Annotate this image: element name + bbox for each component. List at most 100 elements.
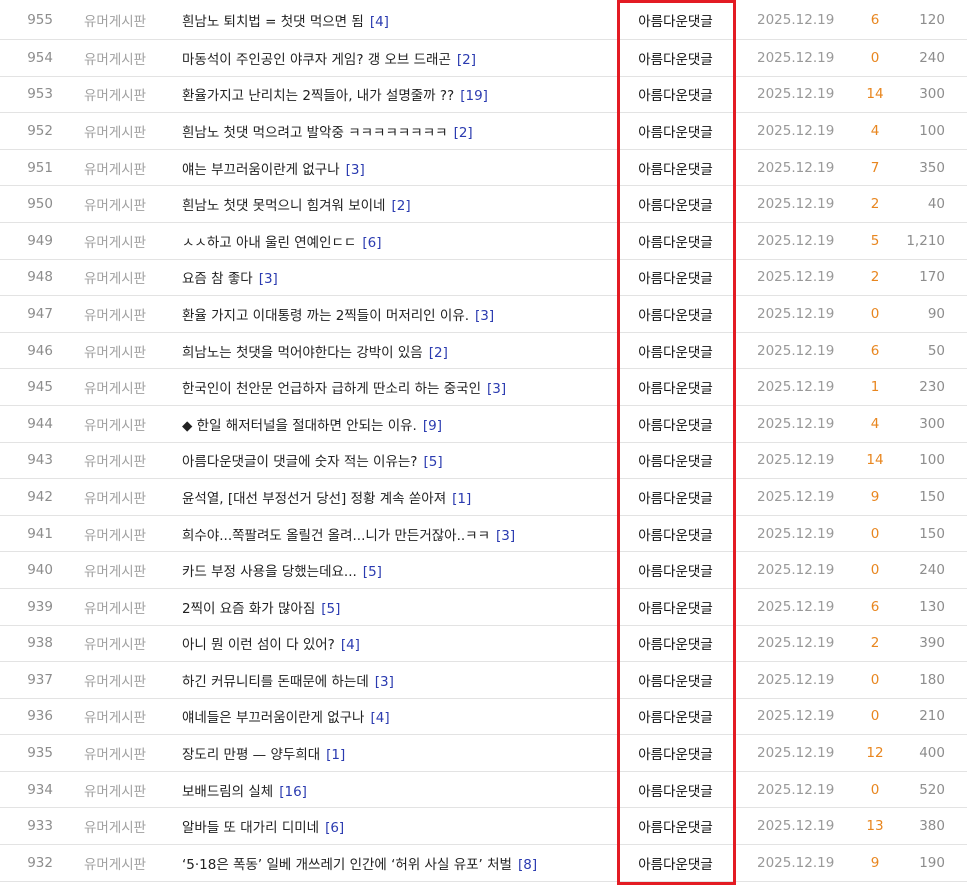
author-name[interactable]: 아름다운댓글	[638, 125, 713, 141]
reply-count-link[interactable]: [2]	[391, 198, 410, 214]
post-title-link[interactable]: 얘는 부끄러움이란게 없구나	[182, 162, 340, 178]
reply-count-link[interactable]: [2]	[454, 125, 473, 141]
author-name[interactable]: 아름다운댓글	[638, 820, 713, 836]
author-name[interactable]: 아름다운댓글	[638, 235, 713, 251]
post-title-link[interactable]: 보배드림의 실체	[182, 784, 273, 800]
author-name[interactable]: 아름다운댓글	[638, 674, 713, 690]
post-title-link[interactable]: 희수야...쪽팔려도 올릴건 올려...니가 만든거잖아..ㅋㅋ	[182, 528, 490, 544]
post-title-link[interactable]: ◆ 한일 해저터널을 절대하면 안되는 이유.	[182, 418, 417, 434]
post-date: 2025.12.19	[734, 39, 856, 77]
post-author-cell: 아름다운댓글	[617, 734, 734, 772]
post-category: 유머게시판	[70, 478, 165, 516]
post-title-link[interactable]: 하긴 커뮤니티를 돈때문에 하는데	[182, 674, 369, 690]
post-author-cell: 아름다운댓글	[617, 0, 734, 40]
reply-count-link[interactable]: [6]	[325, 820, 344, 836]
author-name[interactable]: 아름다운댓글	[638, 418, 713, 434]
reply-count-link[interactable]: [1]	[326, 747, 345, 763]
author-name[interactable]: 아름다운댓글	[638, 162, 713, 178]
post-number: 952	[0, 112, 70, 150]
post-title-link[interactable]: 한국인이 천안문 언급하자 급하게 딴소리 하는 중국인	[182, 381, 481, 397]
post-title-cell: 환율 가지고 이대통령 까는 2찍들이 머저리인 이유. [3]	[165, 295, 617, 333]
post-title-link[interactable]: ‘5·18은 폭동’ 일베 개쓰레기 인간에 ‘허위 사실 유포’ 처벌	[182, 857, 512, 873]
post-title-link[interactable]: 흰남노 퇴치법 = 첫댓 먹으면 됨	[182, 14, 364, 30]
post-title-link[interactable]: ㅅㅅ하고 아내 울린 연예인ㄷㄷ	[182, 235, 356, 251]
reply-count-link[interactable]: [16]	[279, 784, 307, 800]
reply-count-link[interactable]: [3]	[487, 381, 506, 397]
reply-count-link[interactable]: [3]	[496, 528, 515, 544]
author-name[interactable]: 아름다운댓글	[638, 271, 713, 287]
reply-count-link[interactable]: [3]	[346, 162, 365, 178]
post-title-link[interactable]: 흰남노 첫댓 못먹으니 힘겨워 보이네	[182, 198, 385, 214]
author-name[interactable]: 아름다운댓글	[638, 528, 713, 544]
author-name[interactable]: 아름다운댓글	[638, 857, 713, 873]
author-name[interactable]: 아름다운댓글	[638, 564, 713, 580]
reply-count-link[interactable]: [4]	[370, 710, 389, 726]
reply-count-link[interactable]: [4]	[370, 14, 389, 30]
author-name[interactable]: 아름다운댓글	[638, 637, 713, 653]
reply-count-link[interactable]: [6]	[362, 235, 381, 251]
post-row: 951 유머게시판 얘는 부끄러움이란게 없구나 [3] 아름다운댓글 2025.12.1…	[0, 149, 967, 187]
author-name[interactable]: 아름다운댓글	[638, 308, 713, 324]
post-title-link[interactable]: 카드 부정 사용을 당했는데요...	[182, 564, 357, 580]
post-title-cell: 아니 뭔 이런 섬이 다 있어? [4]	[165, 625, 617, 663]
comment-count: 9	[856, 478, 894, 516]
author-name[interactable]: 아름다운댓글	[638, 198, 713, 214]
reply-count-link[interactable]: [9]	[423, 418, 442, 434]
reply-count-link[interactable]: [2]	[429, 345, 448, 361]
post-title-link[interactable]: 요즘 참 좋다	[182, 271, 253, 287]
post-row: 953 유머게시판 환율가지고 난리치는 2찍들아, 내가 설명줄까 ?? [19] 아…	[0, 76, 967, 114]
post-row: 932 유머게시판 ‘5·18은 폭동’ 일베 개쓰레기 인간에 ‘허위 사실 유포…	[0, 844, 967, 882]
post-date: 2025.12.19	[734, 478, 856, 516]
reply-count-link[interactable]: [19]	[460, 88, 488, 104]
post-title-link[interactable]: 환율 가지고 이대통령 까는 2찍들이 머저리인 이유.	[182, 308, 469, 324]
post-title-link[interactable]: 희남노는 첫댓을 먹어야한다는 강박이 있음	[182, 345, 423, 361]
post-title-link[interactable]: 흰남노 첫댓 먹으려고 발악중 ㅋㅋㅋㅋㅋㅋㅋㅋ	[182, 125, 448, 141]
post-title-link[interactable]: 알바들 또 대가리 디미네	[182, 820, 319, 836]
post-title-link[interactable]: 아니 뭔 이런 섬이 다 있어?	[182, 637, 335, 653]
post-title-link[interactable]: 아름다운댓글이 댓글에 숫자 적는 이유는?	[182, 454, 417, 470]
post-title-link[interactable]: 얘네들은 부끄러움이란게 없구나	[182, 710, 364, 726]
post-number: 934	[0, 771, 70, 809]
author-name[interactable]: 아름다운댓글	[638, 454, 713, 470]
author-name[interactable]: 아름다운댓글	[638, 491, 713, 507]
reply-count-link[interactable]: [5]	[363, 564, 382, 580]
reply-count-link[interactable]: [3]	[375, 674, 394, 690]
author-name[interactable]: 아름다운댓글	[638, 601, 713, 617]
author-name[interactable]: 아름다운댓글	[638, 381, 713, 397]
reply-count-link[interactable]: [2]	[457, 52, 476, 68]
post-number: 948	[0, 259, 70, 297]
post-author-cell: 아름다운댓글	[617, 259, 734, 297]
author-name[interactable]: 아름다운댓글	[638, 14, 713, 30]
reply-count-link[interactable]: [3]	[475, 308, 494, 324]
author-name[interactable]: 아름다운댓글	[638, 710, 713, 726]
post-title-link[interactable]: 윤석열, [대선 부정선거 당선] 정황 계속 쏟아져	[182, 491, 446, 507]
view-count: 130	[894, 588, 967, 626]
author-name[interactable]: 아름다운댓글	[638, 52, 713, 68]
reply-count-link[interactable]: [1]	[452, 491, 471, 507]
post-title-link[interactable]: 마동석이 주인공인 야쿠자 게임? 갱 오브 드래곤	[182, 52, 451, 68]
post-list-body: 955 유머게시판 흰남노 퇴치법 = 첫댓 먹으면 됨 [4] 아름다운댓글 2025.…	[0, 0, 967, 882]
post-row: 933 유머게시판 알바들 또 대가리 디미네 [6] 아름다운댓글 2025.12.19…	[0, 807, 967, 846]
view-count: 180	[894, 661, 967, 699]
post-author-cell: 아름다운댓글	[617, 295, 734, 333]
comment-count: 4	[856, 112, 894, 150]
comment-count: 12	[856, 734, 894, 772]
reply-count-link[interactable]: [5]	[423, 454, 442, 470]
reply-count-link[interactable]: [5]	[321, 601, 340, 617]
author-name[interactable]: 아름다운댓글	[638, 345, 713, 361]
view-count: 300	[894, 405, 967, 443]
post-title-cell: 희남노는 첫댓을 먹어야한다는 강박이 있음 [2]	[165, 332, 617, 370]
view-count: 520	[894, 771, 967, 809]
reply-count-link[interactable]: [4]	[341, 637, 360, 653]
comment-count: 7	[856, 149, 894, 187]
post-title-link[interactable]: 환율가지고 난리치는 2찍들아, 내가 설명줄까 ??	[182, 88, 454, 104]
post-title-cell: 보배드림의 실체 [16]	[165, 771, 617, 809]
post-row: 940 유머게시판 카드 부정 사용을 당했는데요... [5] 아름다운댓글 2025.…	[0, 551, 967, 589]
post-title-link[interactable]: 장도리 만평 — 양두희대	[182, 747, 320, 763]
author-name[interactable]: 아름다운댓글	[638, 88, 713, 104]
reply-count-link[interactable]: [8]	[518, 857, 537, 873]
author-name[interactable]: 아름다운댓글	[638, 747, 713, 763]
author-name[interactable]: 아름다운댓글	[638, 784, 713, 800]
reply-count-link[interactable]: [3]	[259, 271, 278, 287]
post-title-link[interactable]: 2찍이 요즘 화가 많아짐	[182, 601, 315, 617]
